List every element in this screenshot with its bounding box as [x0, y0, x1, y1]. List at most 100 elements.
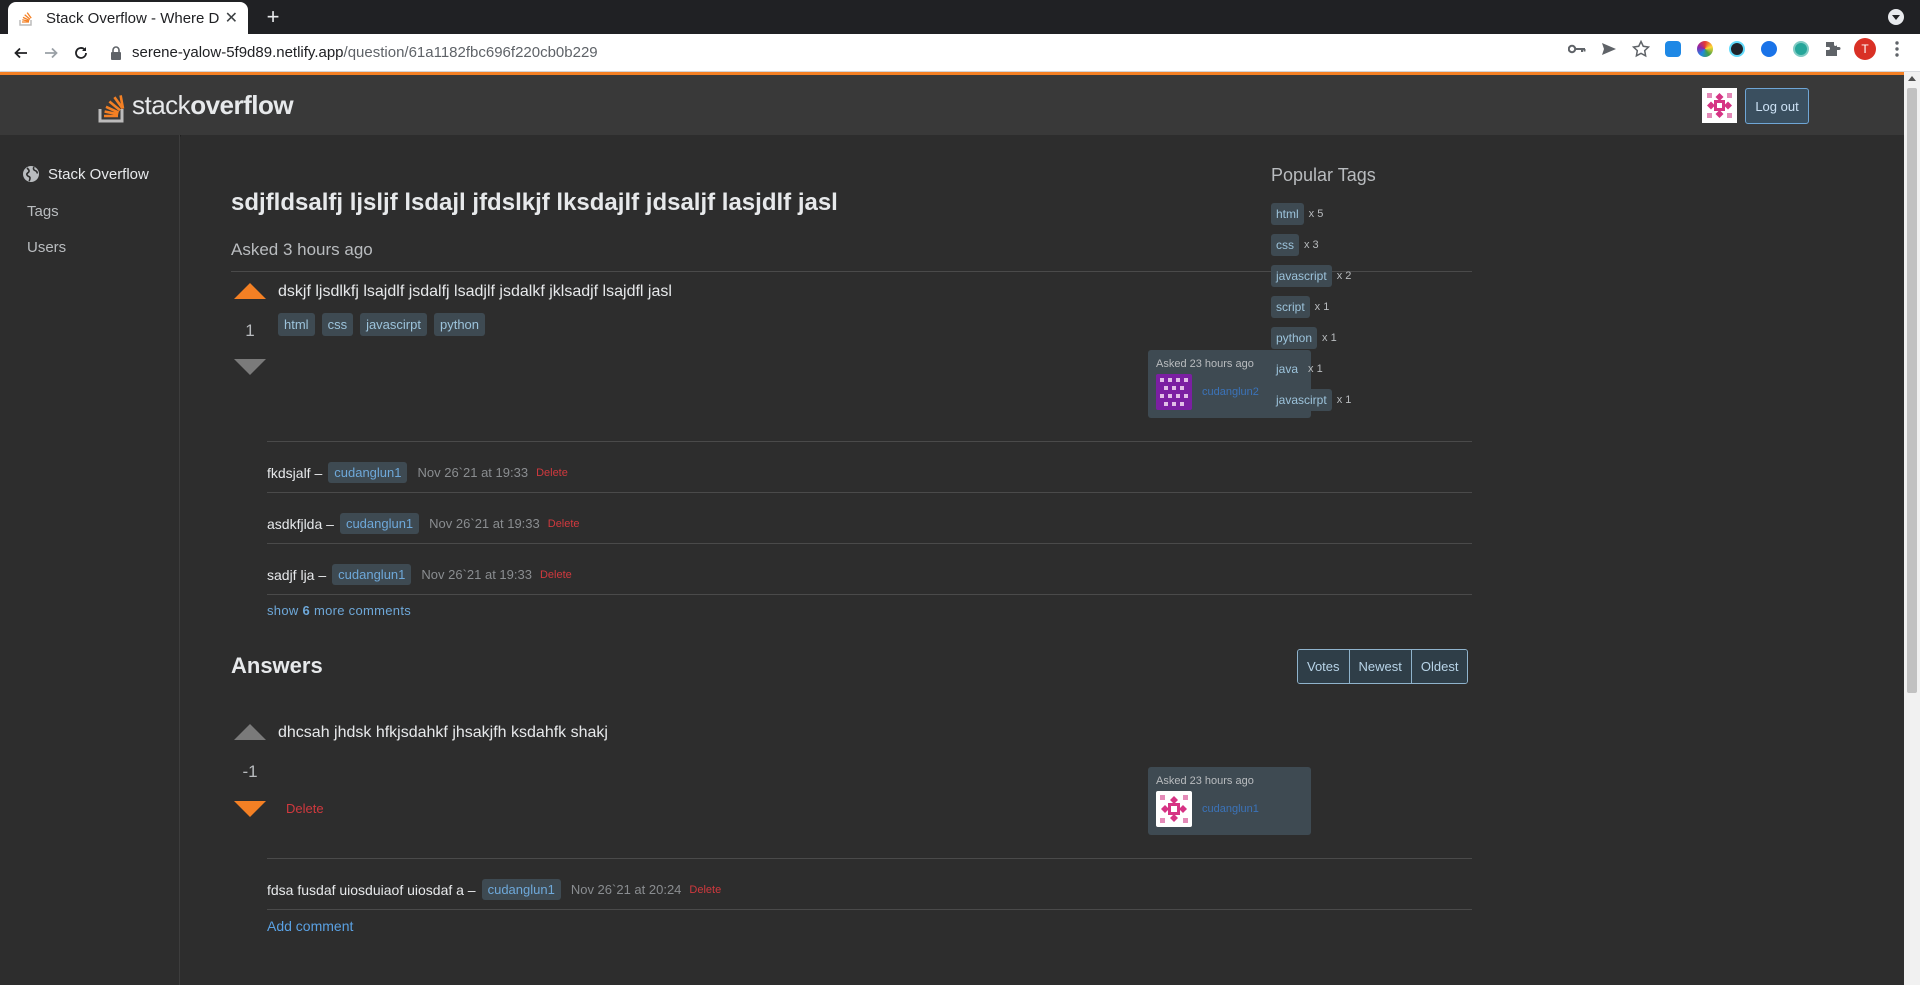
divider: [267, 492, 1472, 493]
comment-delete-link[interactable]: Delete: [540, 569, 572, 581]
tab-title: Stack Overflow - Where D: [46, 9, 219, 27]
comment-item: asdkfjlda – cudanglun1 Nov 26`21 at 19:3…: [267, 513, 580, 534]
browser-menu-icon[interactable]: [1886, 38, 1908, 60]
user-card-asked: Asked 23 hours ago: [1156, 775, 1254, 787]
user-card-name[interactable]: cudanglun1: [1202, 803, 1259, 815]
extension-round-icon[interactable]: [1790, 38, 1812, 60]
divider: [267, 441, 1472, 442]
popular-tag-count: x 1: [1322, 332, 1337, 344]
question-tag[interactable]: javascirpt: [360, 313, 427, 336]
comment-user-link[interactable]: cudanglun1: [339, 513, 420, 534]
comment-item: sadjf lja – cudanglun1 Nov 26`21 at 19:3…: [267, 564, 572, 585]
popular-tag[interactable]: script: [1271, 296, 1310, 318]
question-tag[interactable]: html: [278, 313, 315, 336]
send-icon[interactable]: [1598, 38, 1620, 60]
divider: [267, 543, 1472, 544]
new-tab-icon[interactable]: +: [260, 5, 286, 31]
reload-icon[interactable]: [66, 38, 96, 68]
question-upvote-button[interactable]: [234, 283, 266, 299]
add-comment-link[interactable]: Add comment: [267, 918, 353, 934]
extension-color-icon[interactable]: [1694, 38, 1716, 60]
user-card-avatar[interactable]: [1156, 374, 1192, 410]
popular-tag[interactable]: javascirpt: [1271, 389, 1332, 411]
url-host: serene-yalow-5f9d89.netlify.app: [132, 44, 344, 61]
browser-toolbar: serene-yalow-5f9d89.netlify.app/question…: [0, 34, 1920, 72]
sidebar-item-tags[interactable]: Tags: [27, 203, 59, 220]
popular-tag[interactable]: html: [1271, 203, 1304, 225]
comment-user-link[interactable]: cudanglun1: [328, 462, 408, 483]
browser-tab[interactable]: Stack Overflow - Where D ✕: [8, 2, 248, 34]
sidebar-item-users[interactable]: Users: [27, 239, 66, 256]
divider: [267, 909, 1472, 910]
question-downvote-button[interactable]: [234, 359, 266, 375]
more-comments-count: 6: [302, 603, 311, 618]
popular-tag-count: x 5: [1308, 208, 1324, 220]
extension-react-icon[interactable]: [1726, 38, 1748, 60]
back-icon[interactable]: [6, 38, 36, 68]
comment-delete-link[interactable]: Delete: [689, 884, 721, 896]
extension-arrow-icon[interactable]: [1758, 38, 1780, 60]
comment-user-link[interactable]: cudanglun1: [481, 879, 561, 900]
scroll-thumb[interactable]: [1907, 88, 1917, 693]
answer-user-card: Asked 23 hours ago cudanglun1: [1148, 767, 1311, 835]
logo-text-light: stack: [132, 89, 191, 120]
user-avatar[interactable]: [1702, 88, 1737, 123]
popular-tag[interactable]: css: [1271, 234, 1299, 256]
browser-tabstrip: Stack Overflow - Where D ✕ +: [0, 0, 1920, 34]
question-title: sdjfldsalfj ljsljf lsdajl jfdslkjf lksda…: [231, 189, 838, 216]
answer-downvote-button[interactable]: [234, 801, 266, 817]
user-card-avatar[interactable]: [1156, 791, 1192, 827]
logout-button[interactable]: Log out: [1745, 88, 1809, 124]
left-sidebar: Stack Overflow Tags Users: [0, 135, 180, 985]
address-bar[interactable]: serene-yalow-5f9d89.netlify.app/question…: [110, 38, 598, 68]
comment-user-link[interactable]: cudanglun1: [332, 564, 412, 585]
user-card-name[interactable]: cudanglun2: [1202, 386, 1259, 398]
sort-oldest-button[interactable]: Oldest: [1411, 650, 1468, 683]
popular-tag-row: python x 1: [1271, 327, 1337, 349]
popular-tag-row: script x 1: [1271, 296, 1329, 318]
extensions-puzzle-icon[interactable]: [1822, 38, 1844, 60]
comment-item: fdsa fusdaf uiosduiaof uiosdaf a – cudan…: [267, 879, 721, 900]
answer-sort-group: Votes Newest Oldest: [1297, 649, 1469, 684]
logo-text-bold: overflow: [190, 89, 294, 120]
answer-vote-count: -1: [242, 762, 258, 781]
page-scrollbar[interactable]: [1904, 72, 1920, 985]
sort-votes-button[interactable]: Votes: [1298, 650, 1350, 683]
question-tag[interactable]: python: [433, 313, 486, 336]
tab-close-icon[interactable]: ✕: [225, 8, 238, 28]
scroll-up-icon[interactable]: [1908, 76, 1916, 81]
question-tags: html css javascirpt python: [278, 313, 486, 336]
extension-drop-icon[interactable]: [1662, 38, 1684, 60]
comment-delete-link[interactable]: Delete: [548, 518, 580, 530]
answers-heading: Answers: [231, 653, 323, 678]
sidebar-item-label: Stack Overflow: [48, 165, 149, 183]
popular-tag[interactable]: python: [1271, 327, 1318, 349]
comment-delete-link[interactable]: Delete: [536, 467, 568, 479]
bookmark-star-icon[interactable]: [1630, 38, 1652, 60]
sort-newest-button[interactable]: Newest: [1349, 650, 1412, 683]
comment-text: asdkfjlda –: [267, 515, 334, 532]
stackoverflow-logo-icon: [98, 95, 125, 123]
site-logo[interactable]: stackoverflow: [98, 85, 294, 125]
comment-date: Nov 26`21 at 19:33: [417, 465, 529, 480]
tab-search-icon[interactable]: [1888, 9, 1904, 25]
profile-avatar[interactable]: T: [1854, 38, 1876, 60]
forward-icon[interactable]: [36, 38, 66, 68]
popular-tag[interactable]: java: [1271, 358, 1304, 380]
show-more-comments-link[interactable]: show 6 more comments: [267, 603, 411, 618]
sidebar-item-stack-overflow[interactable]: Stack Overflow: [22, 165, 149, 183]
question-tag[interactable]: css: [321, 313, 354, 336]
key-icon[interactable]: [1566, 38, 1588, 60]
popular-tag-row: javascript x 2: [1271, 265, 1351, 287]
user-card-asked: Asked 23 hours ago: [1156, 358, 1254, 370]
answer-upvote-button[interactable]: [234, 724, 266, 740]
popular-tag[interactable]: javascript: [1271, 265, 1332, 287]
sidebar-item-label: Tags: [27, 203, 59, 220]
answer-delete-link[interactable]: Delete: [286, 801, 324, 816]
popular-tag-row: java x 1: [1271, 358, 1323, 380]
url-path: /question/61a1182fbc696f220cb0b229: [343, 44, 598, 61]
comment-date: Nov 26`21 at 20:24: [570, 882, 682, 897]
more-comments-prefix: show: [267, 603, 299, 618]
comment-item: fkdsjalf – cudanglun1 Nov 26`21 at 19:33…: [267, 462, 568, 483]
divider: [267, 858, 1472, 859]
